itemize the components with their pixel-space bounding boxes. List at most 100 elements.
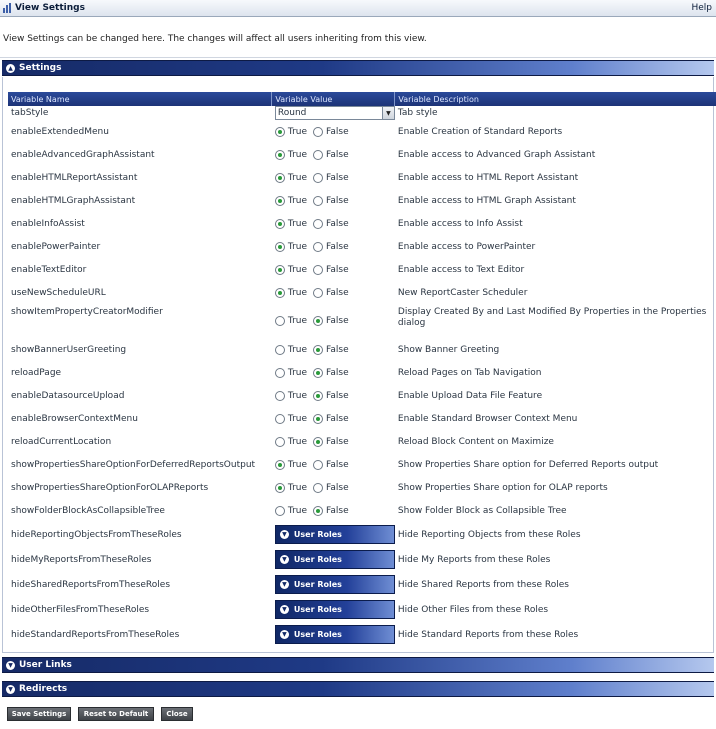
false-radio[interactable] [313,367,324,378]
false-label: False [326,413,349,424]
true-false-radio-group: True False [274,149,395,160]
true-radio[interactable] [274,287,285,298]
false-label: False [326,390,349,401]
false-radio[interactable] [313,287,324,298]
true-false-radio-group: True False [274,436,395,447]
false-radio[interactable] [313,390,324,401]
table-row: enableHTMLGraphAssistant True False Enable … [8,189,716,212]
true-label: True [287,195,308,206]
user-roles-button[interactable]: ▼ User Roles [274,525,395,544]
true-false-radio-group: True False [274,195,395,206]
variable-name: hideMyReportsFromTheseRoles [11,554,152,565]
tabstyle-select[interactable]: Round ▼ [274,106,395,120]
variable-description: Enable access to Advanced Graph Assistan… [397,149,596,160]
variable-description: Enable access to PowerPainter [397,241,536,252]
true-false-radio-group: True False [274,505,395,516]
table-row: showPropertiesShareOptionForDeferredRepo… [8,453,716,476]
variable-name: showPropertiesShareOptionForDeferredRepo… [11,459,256,470]
true-radio[interactable] [274,344,285,355]
variable-description: Enable access to Info Assist [397,218,523,229]
true-radio[interactable] [274,195,285,206]
true-label: True [287,126,308,137]
true-radio[interactable] [274,436,285,447]
true-radio[interactable] [274,172,285,183]
table-row: enablePowerPainter True False Enable access… [8,235,716,258]
false-label: False [326,459,349,470]
reset-to-default-button[interactable]: Reset to Default [78,707,154,721]
variable-description: Show Banner Greeting [397,344,500,355]
expand-icon: ▼ [279,630,289,639]
variable-name: enableHTMLGraphAssistant [11,195,136,206]
true-radio[interactable] [274,482,285,493]
false-label: False [326,264,349,275]
false-radio[interactable] [313,505,324,516]
expand-icon: ▼ [279,605,289,614]
true-label: True [287,287,308,298]
false-radio[interactable] [313,459,324,470]
false-radio[interactable] [313,482,324,493]
app-icon [2,2,13,14]
true-label: True [287,344,308,355]
true-radio[interactable] [274,459,285,470]
false-radio[interactable] [313,316,324,326]
settings-panel-header[interactable]: ▲ Settings [2,60,714,76]
variable-description: Reload Pages on Tab Navigation [397,367,542,378]
false-radio[interactable] [313,264,324,275]
false-radio[interactable] [313,436,324,447]
table-row: hideMyReportsFromTheseRoles ▼ User Roles Hi… [8,547,716,572]
user-roles-button[interactable]: ▼ User Roles [274,600,395,619]
settings-table: Variable Name Variable Value Variable De… [8,92,716,647]
false-label: False [326,149,349,160]
true-radio[interactable] [274,149,285,160]
tabstyle-selected: Round [277,108,307,118]
false-radio[interactable] [313,218,324,229]
help-link[interactable]: Help [691,3,712,13]
true-false-radio-group: True False [274,413,395,424]
false-label: False [326,218,349,229]
true-false-radio-group: True False [274,390,395,401]
true-label: True [287,459,308,470]
table-row: hideReportingObjectsFromTheseRoles ▼ User … [8,522,716,547]
table-row: showFolderBlockAsCollapsibleTree True Fals… [8,499,716,522]
true-false-radio-group: True False [274,482,395,493]
redirects-panel-header[interactable]: ▼ Redirects [2,681,714,697]
user-roles-button[interactable]: ▼ User Roles [274,575,395,594]
variable-name: enableAdvancedGraphAssistant [11,149,155,160]
variable-description: Display Created By and Last Modified By … [397,307,707,328]
true-false-radio-group: True False [274,316,395,326]
table-row: tabStyle Round ▼ Tab style [8,106,716,120]
true-radio[interactable] [274,218,285,229]
user-links-panel-header[interactable]: ▼ User Links [2,657,714,673]
false-radio[interactable] [313,241,324,252]
expand-icon: ▼ [6,660,15,670]
true-radio[interactable] [274,264,285,275]
true-radio[interactable] [274,241,285,252]
user-roles-button[interactable]: ▼ User Roles [274,625,395,644]
true-radio[interactable] [274,367,285,378]
true-radio[interactable] [274,413,285,424]
true-false-radio-group: True False [274,344,395,355]
false-label: False [326,172,349,183]
false-radio[interactable] [313,195,324,206]
true-label: True [287,482,308,493]
variable-description: Show Properties Share option for Deferre… [397,459,659,470]
save-settings-button[interactable]: Save Settings [7,707,71,721]
user-roles-label: User Roles [293,530,342,539]
variable-description: Enable Creation of Standard Reports [397,126,563,137]
false-radio[interactable] [313,344,324,355]
false-radio[interactable] [313,126,324,137]
user-roles-button[interactable]: ▼ User Roles [274,550,395,569]
variable-description: Enable access to Text Editor [397,264,525,275]
true-radio[interactable] [274,390,285,401]
true-radio[interactable] [274,505,285,516]
variable-description: Enable Standard Browser Context Menu [397,413,578,424]
true-radio[interactable] [274,126,285,137]
false-radio[interactable] [313,149,324,160]
close-button[interactable]: Close [161,707,193,721]
variable-name: hideStandardReportsFromTheseRoles [11,629,180,640]
user-roles-label: User Roles [293,605,342,614]
true-radio[interactable] [274,316,285,326]
false-radio[interactable] [313,413,324,424]
false-radio[interactable] [313,172,324,183]
variable-name: showBannerUserGreeting [11,344,127,355]
